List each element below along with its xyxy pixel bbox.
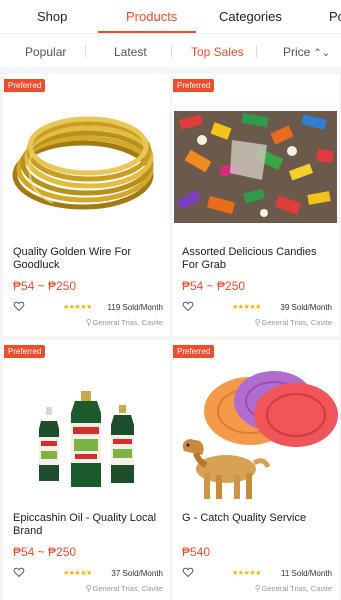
sold-count: 11 Sold/Month bbox=[281, 569, 332, 578]
product-card[interactable]: Preferred Assorted Delicious Candies For… bbox=[172, 74, 339, 336]
candies-image bbox=[172, 95, 339, 240]
product-title: G - Catch Quality Service bbox=[182, 512, 307, 524]
preferred-badge: Preferred bbox=[4, 345, 46, 358]
divider bbox=[85, 45, 86, 58]
rating-stars: ★★★★★ bbox=[232, 570, 261, 577]
product-title: Quality Golden Wire For Goodluck bbox=[13, 246, 131, 271]
sold-count: 37 Sold/Month bbox=[111, 569, 163, 578]
rating-stars: ★★★★★ bbox=[63, 570, 92, 577]
product-card[interactable]: Preferred G - Catch Quality Service ₱540… bbox=[172, 340, 339, 600]
sort-top-sales[interactable]: Top Sales bbox=[191, 45, 244, 59]
location-text: General Trias, Cavite bbox=[92, 318, 163, 327]
tab-partial[interactable]: Po bbox=[329, 9, 341, 24]
product-card[interactable]: Preferred Epiccashin Oil - Quality Local… bbox=[3, 340, 170, 600]
heart-icon[interactable] bbox=[13, 566, 25, 578]
location-pin-icon: ⚲ bbox=[254, 318, 261, 327]
rating-stars: ★★★★★ bbox=[232, 304, 261, 311]
location: ⚲General Trias, Cavite bbox=[255, 318, 332, 327]
divider bbox=[171, 45, 172, 58]
frisbee-dog-image bbox=[172, 361, 339, 506]
location-pin-icon: ⚲ bbox=[85, 584, 92, 593]
location: ⚲General Trias, Cavite bbox=[86, 318, 163, 327]
location-pin-icon: ⚲ bbox=[254, 584, 261, 593]
sort-bar: Popular Latest Top Sales Price ⌃⌄ bbox=[0, 33, 341, 67]
top-tabs: Shop Products Categories Po bbox=[0, 0, 341, 33]
heart-icon[interactable] bbox=[182, 300, 194, 312]
product-title: Epiccashin Oil - Quality Local Brand bbox=[13, 512, 157, 537]
location-pin-icon: ⚲ bbox=[85, 318, 92, 327]
heart-icon[interactable] bbox=[182, 566, 194, 578]
tab-products[interactable]: Products bbox=[126, 9, 177, 24]
preferred-badge: Preferred bbox=[4, 79, 46, 92]
location-text: General Trias, Cavite bbox=[92, 584, 163, 593]
product-price: ₱54 ~ ₱250 bbox=[182, 279, 246, 293]
sort-popular[interactable]: Popular bbox=[25, 45, 66, 59]
rating-stars: ★★★★★ bbox=[63, 304, 92, 311]
preferred-badge: Preferred bbox=[173, 79, 215, 92]
oil-bottles-image bbox=[3, 361, 170, 506]
location-text: General Trias, Cavite bbox=[261, 584, 332, 593]
location: ⚲General Trias, Cavite bbox=[255, 584, 332, 593]
product-price: ₱54 ~ ₱250 bbox=[13, 545, 77, 559]
sold-count: 119 Sold/Month bbox=[107, 303, 163, 312]
location: ⚲General Trias, Cavite bbox=[86, 584, 163, 593]
product-card[interactable]: Preferred Quality Golden Wire For Goodlu… bbox=[3, 74, 170, 336]
product-title: Assorted Delicious Candies For Grab bbox=[182, 246, 317, 271]
tab-shop[interactable]: Shop bbox=[37, 9, 67, 24]
sort-updown-icon: ⌃⌄ bbox=[313, 48, 331, 59]
product-price: ₱540 bbox=[182, 545, 211, 559]
sort-price-label: Price bbox=[283, 45, 311, 59]
product-price: ₱54 ~ ₱250 bbox=[13, 279, 77, 293]
sold-count: 39 Sold/Month bbox=[280, 303, 332, 312]
location-text: General Trias, Cavite bbox=[261, 318, 332, 327]
tab-categories[interactable]: Categories bbox=[219, 9, 282, 24]
sort-latest[interactable]: Latest bbox=[114, 45, 147, 59]
heart-icon[interactable] bbox=[13, 300, 25, 312]
golden-wire-image bbox=[3, 95, 170, 240]
divider bbox=[256, 45, 257, 58]
preferred-badge: Preferred bbox=[173, 345, 215, 358]
sort-price[interactable]: Price ⌃⌄ bbox=[283, 45, 330, 59]
